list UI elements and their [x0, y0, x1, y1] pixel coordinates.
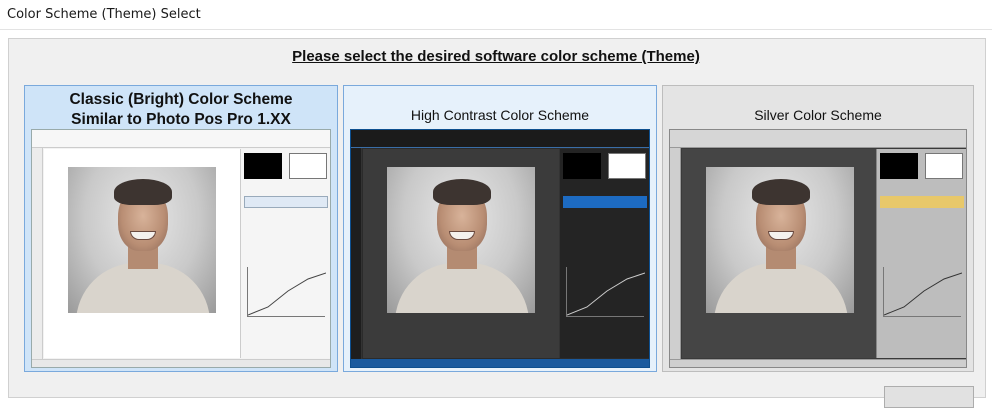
preview-portrait-image [387, 167, 535, 313]
preview-portrait-image [68, 167, 216, 313]
scheme-title-silver: Silver Color Scheme [754, 107, 882, 123]
preview-canvas [682, 149, 878, 358]
preview-side-panels [559, 149, 649, 358]
dialog-button[interactable] [884, 386, 974, 408]
preview-tool-strip [351, 148, 362, 359]
scheme-title-high-contrast: High Contrast Color Scheme [410, 107, 590, 123]
preview-toolbar [670, 130, 966, 148]
preview-toolbar [351, 130, 649, 148]
scheme-preview-high-contrast [350, 129, 650, 368]
scheme-title-classic: Classic (Bright) Color Scheme Similar to… [25, 90, 337, 130]
scheme-option-silver[interactable]: Silver Color Scheme [662, 85, 974, 372]
preview-status-bar [670, 359, 966, 367]
preview-tool-strip [32, 148, 43, 359]
scheme-title-line1: Classic (Bright) Color Scheme [69, 91, 293, 108]
window-title: Color Scheme (Theme) Select [7, 7, 201, 22]
page-heading: Please select the desired software color… [292, 48, 700, 65]
scheme-option-classic[interactable]: Classic (Bright) Color Scheme Similar to… [24, 85, 338, 372]
preview-toolbar [32, 130, 330, 148]
preview-canvas [363, 149, 559, 358]
preview-side-panels [240, 149, 330, 358]
scheme-option-high-contrast[interactable]: High Contrast Color Scheme [343, 85, 657, 372]
scheme-preview-silver [669, 129, 967, 368]
preview-canvas [44, 149, 240, 358]
preview-side-panels [876, 149, 966, 358]
title-bar: Color Scheme (Theme) Select [0, 0, 992, 30]
preview-status-bar [351, 359, 649, 367]
preview-portrait-image [706, 167, 854, 313]
scheme-title-line2: Similar to Photo Pos Pro 1.XX [71, 111, 291, 128]
scheme-preview-classic [31, 129, 331, 368]
preview-status-bar [32, 359, 330, 367]
preview-tool-strip [670, 148, 681, 359]
